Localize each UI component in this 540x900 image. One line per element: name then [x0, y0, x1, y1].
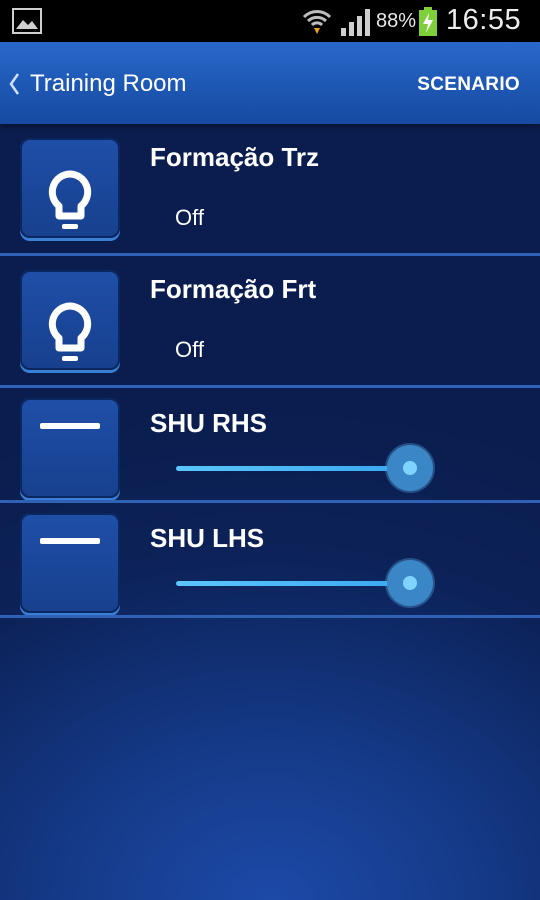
wifi-icon: [302, 10, 332, 34]
gallery-icon: [12, 8, 42, 34]
light-toggle-tile[interactable]: [20, 138, 120, 238]
device-name: Formação Trz: [150, 142, 320, 172]
slider-thumb[interactable]: [387, 445, 433, 491]
shutter-slider[interactable]: [176, 445, 436, 491]
lightbulb-icon: [48, 302, 92, 361]
battery-charging-icon: [419, 7, 437, 36]
slider-thumb[interactable]: [387, 560, 433, 606]
shutter-icon: [40, 538, 100, 544]
signal-icon: [341, 9, 370, 36]
lightbulb-icon: [48, 170, 92, 229]
slider-thumb-core: [403, 576, 417, 590]
light-toggle-tile[interactable]: [20, 270, 120, 370]
status-bar: 88% 16:55: [0, 0, 540, 42]
device-name: Formação Frt: [150, 274, 317, 304]
scenario-button[interactable]: SCENARIO: [417, 74, 520, 96]
slider-track: [176, 466, 410, 471]
chevron-left-icon[interactable]: [6, 70, 22, 98]
device-row-light[interactable]: Formação Trz Off: [0, 124, 540, 254]
slider-thumb-core: [403, 461, 417, 475]
device-status: Off: [175, 205, 204, 230]
device-name: SHU LHS: [150, 523, 265, 553]
shutter-slider[interactable]: [176, 560, 436, 606]
device-row-shutter[interactable]: SHU RHS: [0, 388, 540, 500]
device-row-shutter[interactable]: SHU LHS: [0, 503, 540, 615]
device-name: SHU RHS: [150, 408, 268, 438]
shutter-tile[interactable]: [20, 398, 120, 498]
slider-track: [176, 581, 410, 586]
clock: 16:55: [446, 4, 522, 36]
page-title[interactable]: Training Room: [30, 70, 187, 98]
shutter-icon: [40, 423, 100, 429]
divider: [0, 615, 540, 618]
battery-percent: 88%: [376, 10, 417, 32]
device-row-light[interactable]: Formação Frt Off: [0, 256, 540, 386]
shutter-tile[interactable]: [20, 513, 120, 613]
device-status: Off: [175, 337, 204, 362]
